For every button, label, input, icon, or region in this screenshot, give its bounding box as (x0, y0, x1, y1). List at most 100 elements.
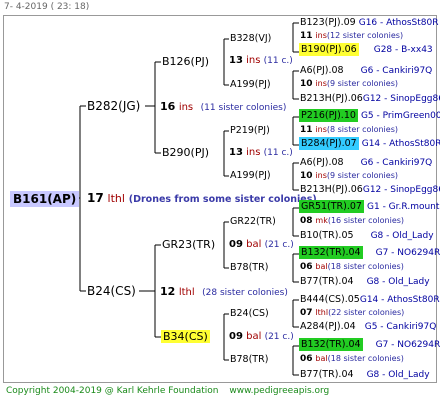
gen2-1-num: 16 (160, 100, 176, 113)
gen5-row-9: GR51(TR).07 G1 - Gr.R.mounta (299, 200, 440, 213)
gen5-mid-7-note: (22 sister colonies) (328, 308, 405, 317)
gen5-row-4: B213H(PJ).06G12 - SinopEgg86R (300, 94, 440, 104)
gen5-meta-5: G5 - PrimGreen00 (360, 111, 440, 121)
gen4-node-5[interactable]: GR22(TR) (230, 217, 276, 227)
gen3-info-4: 09 bal (21 c.) (229, 332, 294, 342)
gen3-3-note: (21 c.) (264, 240, 294, 250)
gen5-mid-3-label: ins (315, 125, 327, 134)
gen5-node-16[interactable]: B77(TR).04 (300, 369, 354, 380)
gen5-node-4[interactable]: B213H(PJ).06 (300, 93, 363, 104)
gen5-meta-15: G7 - NO6294R (375, 340, 440, 350)
gen5-node-8[interactable]: B213H(PJ).06 (300, 184, 363, 195)
gen5-node-10[interactable]: B10(TR).05 (300, 230, 354, 241)
gen5-mid-6-label: bal (315, 262, 328, 271)
gen5-node-12[interactable]: B77(TR).04 (300, 276, 354, 287)
gen3-node-2[interactable]: B290(PJ) (162, 147, 209, 158)
gen5-row-5: P216(PJ).10 G5 - PrimGreen00 (299, 109, 440, 122)
site-link[interactable]: www.pedigreeapis.org (229, 386, 329, 396)
gen2-2-note: (28 sister colonies) (202, 288, 288, 298)
gen5-row-7: A6(PJ).08 G6 - Cankiri97Q (300, 158, 432, 168)
gen5-node-11[interactable]: B132(TR).04 (299, 246, 363, 259)
gen5-node-15[interactable]: B132(TR).04 (299, 338, 363, 351)
gen5-node-13[interactable]: B444(CS).05 (300, 294, 360, 305)
gen2-node-1[interactable]: B282(JG) (87, 100, 140, 112)
gen5-node-14[interactable]: A284(PJ).04 (300, 321, 356, 332)
gen3-node-3[interactable]: GR23(TR) (162, 239, 215, 250)
footer: Copyright 2004-2019 @ Karl Kehrle Founda… (6, 387, 329, 396)
gen5-meta-16: G8 - Old_Lady (366, 370, 430, 380)
gen5-meta-2: G28 - B-xx43 (373, 45, 433, 55)
gen3-node-4[interactable]: B34(CS) (161, 330, 210, 343)
gen5-mid-2-note: (9 sister colonies) (326, 79, 398, 88)
gen3-1-label: ins (246, 55, 261, 66)
gen4-node-4[interactable]: A199(PJ) (230, 171, 271, 181)
copyright-text: Copyright 2004-2019 @ Karl Kehrle Founda… (6, 386, 219, 396)
gen5-mid-1-note: (12 sister colonies) (326, 31, 404, 40)
gen5-mid-8-note: (18 sister colonies) (327, 354, 404, 363)
gen5-meta-7: G6 - Cankiri97Q (360, 158, 433, 168)
gen5-meta-6: G14 - AthosSt80R (361, 139, 440, 149)
gen3-1-note: (11 c.) (263, 56, 293, 66)
gen5-meta-3: G6 - Cankiri97Q (360, 66, 433, 76)
gen5-row-8: B213H(PJ).06G12 - SinopEgg86R (300, 185, 440, 195)
gen5-mid-4-label: ins (315, 171, 327, 180)
gen4-node-3[interactable]: P219(PJ) (230, 126, 270, 136)
gen2-2-num: 12 (160, 285, 176, 298)
gen5-mid-2-num: 10 (300, 79, 313, 89)
gen5-mid-4-note: (9 sister colonies) (326, 171, 398, 180)
gen4-node-8[interactable]: B78(TR) (230, 355, 268, 365)
gen5-node-6[interactable]: B284(PJ).07 (299, 137, 359, 150)
gen5-meta-12: G8 - Old_Lady (366, 277, 430, 287)
gen5-mid-3-num: 11 (300, 125, 313, 135)
gen5-meta-11: G7 - NO6294R (375, 248, 440, 258)
gen5-mid-7-num: 07 (300, 308, 313, 318)
gen4-node-6[interactable]: B78(TR) (230, 263, 268, 273)
gen5-row-15: B132(TR).04 G7 - NO6294R (299, 338, 440, 351)
gen5-meta-10: G8 - Old_Lady (370, 231, 434, 241)
gen5-mid-2: 10 ins(9 sister colonies) (300, 80, 398, 89)
gen5-node-1[interactable]: B123(PJ).09 (300, 17, 356, 28)
gen3-4-note: (21 c.) (264, 332, 294, 342)
gen3-3-label: bal (246, 239, 262, 250)
gen5-mid-5-note: (16 sister colonies) (327, 216, 405, 225)
root-queen[interactable]: B161(AP) (10, 191, 80, 207)
pedigree-page: 7- 4-2019 ( 23: 18) B161(AP) 17 lthl (Dr… (0, 0, 440, 400)
gen4-node-2[interactable]: A199(PJ) (230, 80, 271, 90)
gen5-row-16: B77(TR).04 G8 - Old_Lady (300, 370, 430, 380)
gen5-mid-6: 06 bal(18 sister colonies) (300, 263, 404, 272)
gen5-node-3[interactable]: A6(PJ).08 (300, 65, 344, 76)
gen3-info-3: 09 bal (21 c.) (229, 240, 294, 250)
gen2-info-2: 12 lthl (28 sister colonies) (160, 286, 288, 298)
gen4-node-7[interactable]: B24(CS) (230, 309, 269, 319)
gen5-node-9[interactable]: GR51(TR).07 (299, 200, 364, 213)
gen5-mid-7: 07 lthl(22 sister colonies) (300, 309, 404, 318)
gen5-mid-8-label: bal (315, 354, 328, 363)
gen2-info-1: 16 ins (11 sister colonies) (160, 101, 286, 113)
gen5-mid-5: 08 mk(16 sister colonies) (300, 217, 404, 226)
gen5-row-14: A284(PJ).04 G5 - Cankiri97Q (300, 322, 436, 332)
gen5-node-2[interactable]: B190(PJ).06 (299, 43, 359, 56)
gen3-node-1[interactable]: B126(PJ) (162, 56, 209, 67)
gen5-meta-4: G12 - SinopEgg86R (362, 94, 440, 104)
root-generation: 17 lthl (Drones from some sister colonie… (87, 192, 317, 205)
gen4-node-1[interactable]: B328(VJ) (230, 34, 271, 44)
root-gen-num: 17 (87, 191, 104, 205)
gen5-meta-14: G5 - Cankiri97Q (364, 322, 437, 332)
gen5-row-13: B444(CS).05G14 - AthosSt80R (300, 295, 440, 305)
gen3-info-2: 13 ins (11 c.) (229, 148, 293, 158)
gen2-1-label: ins (178, 102, 194, 113)
gen2-2-label: lthl (178, 287, 195, 298)
gen5-node-7[interactable]: A6(PJ).08 (300, 157, 344, 168)
root-note: (Drones from some sister colonies) (128, 194, 317, 205)
gen5-row-11: B132(TR).04 G7 - NO6294R (299, 246, 440, 259)
gen3-info-1: 13 ins (11 c.) (229, 56, 293, 66)
gen5-mid-4: 10 ins(9 sister colonies) (300, 172, 398, 181)
gen5-node-5[interactable]: P216(PJ).10 (299, 109, 358, 122)
gen5-mid-1-label: ins (315, 31, 327, 40)
gen3-1-num: 13 (229, 55, 243, 66)
gen5-meta-1: G16 - AthosSt80R (358, 18, 439, 28)
gen2-1-note: (11 sister colonies) (200, 103, 287, 113)
gen5-mid-3-note: (8 sister colonies) (326, 125, 398, 134)
gen5-mid-1-num: 11 (300, 31, 313, 41)
gen2-node-2[interactable]: B24(CS) (87, 285, 136, 297)
